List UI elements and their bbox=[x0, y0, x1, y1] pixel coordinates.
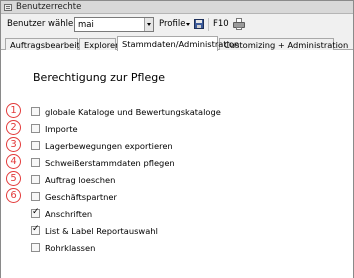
permission-label: globale Kataloge und Bewertungskataloge bbox=[45, 107, 221, 117]
permission-label: Schweißerstammdaten pflegen bbox=[45, 158, 175, 168]
permission-label: Auftrag loeschen bbox=[45, 175, 116, 185]
permission-checkbox[interactable] bbox=[31, 192, 40, 201]
annotation-marker-5: 5 bbox=[6, 171, 21, 186]
user-rights-window: Benutzerrechte Benutzer wählen: mai Prof… bbox=[0, 0, 354, 278]
user-select-combo[interactable]: mai bbox=[74, 17, 154, 32]
permission-checkbox[interactable] bbox=[31, 243, 40, 252]
annotation-marker-4: 4 bbox=[6, 154, 21, 169]
permission-checkbox[interactable] bbox=[31, 141, 40, 150]
tab-explorer[interactable]: Explorer bbox=[79, 38, 119, 50]
toolbar-separator bbox=[208, 18, 209, 31]
profile-dropdown-icon[interactable] bbox=[186, 23, 190, 26]
tab-stammdaten-administration[interactable]: Stammdaten/Administration bbox=[117, 36, 239, 51]
chevron-down-icon[interactable] bbox=[144, 18, 153, 31]
annotation-marker-1: 1 bbox=[6, 103, 21, 118]
permission-label: Lagerbewegungen exportieren bbox=[45, 141, 173, 151]
user-select-value: mai bbox=[78, 20, 94, 30]
permission-checkbox[interactable] bbox=[31, 107, 40, 116]
permissions-panel: Berechtigung zur Pflege 1 2 3 4 5 6 glob… bbox=[1, 50, 353, 278]
permission-checkbox[interactable] bbox=[31, 207, 40, 218]
permission-checkbox[interactable] bbox=[31, 124, 40, 133]
window-title: Benutzerrechte bbox=[16, 2, 82, 12]
profile-menu-button[interactable]: Profile bbox=[159, 19, 185, 29]
permission-checkbox[interactable] bbox=[31, 224, 40, 235]
annotation-marker-2: 2 bbox=[6, 120, 21, 135]
tab-auftragsbearbeitung[interactable]: Auftragsbearbeitung bbox=[5, 38, 96, 50]
tab-bar: Auftragsbearbeitung Explorer Stammdaten/… bbox=[1, 36, 353, 51]
permission-label: Geschäftspartner bbox=[45, 192, 117, 202]
print-icon[interactable] bbox=[233, 18, 245, 30]
user-select-label: Benutzer wählen: bbox=[7, 19, 82, 29]
annotation-marker-6: 6 bbox=[6, 188, 21, 203]
section-title: Berechtigung zur Pflege bbox=[33, 71, 165, 84]
permission-label: Importe bbox=[45, 124, 78, 134]
title-bar: Benutzerrechte bbox=[1, 1, 353, 14]
annotation-marker-3: 3 bbox=[6, 137, 21, 152]
window-icon bbox=[4, 4, 12, 11]
f10-button[interactable]: F10 bbox=[213, 19, 229, 29]
save-icon[interactable] bbox=[194, 19, 204, 29]
toolbar: Benutzer wählen: mai Profile F10 bbox=[1, 14, 353, 36]
permission-checkbox[interactable] bbox=[31, 158, 40, 167]
permission-label: Rohrklassen bbox=[45, 243, 96, 253]
permission-label: Anschriften bbox=[45, 209, 93, 219]
permission-checkbox[interactable] bbox=[31, 175, 40, 184]
permission-label: List & Label Reportauswahl bbox=[45, 226, 158, 236]
